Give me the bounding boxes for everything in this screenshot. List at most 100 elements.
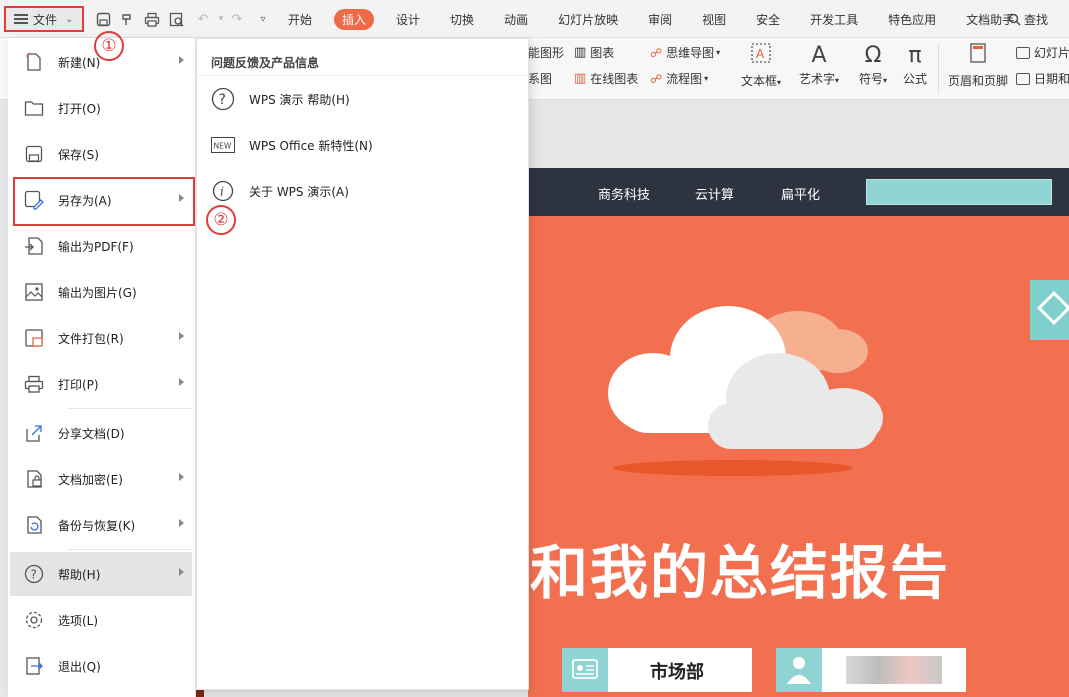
chevron-down-icon: ⌄	[65, 13, 74, 25]
package-icon	[24, 328, 44, 348]
menu-item-exit[interactable]: 退出(Q)	[10, 646, 192, 686]
online-chart-button[interactable]: ▥ 在线图表	[574, 70, 638, 87]
formula-label: 公式	[902, 72, 927, 86]
menu-item-label: 分享文档(D)	[58, 426, 125, 441]
chevron-down-icon: ▾	[883, 76, 888, 85]
submenu-arrow-icon	[179, 332, 184, 340]
chart-button[interactable]: ▥ 图表	[574, 44, 614, 61]
annotation-marker-1: ①	[94, 31, 124, 61]
slide-title: 和我的总结报告	[530, 539, 951, 607]
annotation-marker-2: ②	[206, 205, 236, 235]
wordart-icon: A	[811, 43, 827, 68]
export-pdf-icon	[24, 236, 44, 256]
menu-item-backup[interactable]: 备份与恢复(K)	[10, 505, 192, 545]
header-footer-button[interactable]: 页眉和页脚	[946, 42, 1010, 89]
flowchart-icon: ☍	[650, 71, 663, 86]
format-painter-icon[interactable]	[118, 10, 136, 28]
tab-review[interactable]: 审阅	[640, 9, 680, 30]
submenu-arrow-icon	[179, 473, 184, 481]
menu-item-export-image[interactable]: 输出为图片(G)	[10, 272, 192, 312]
share-icon	[24, 423, 44, 443]
menu-item-print[interactable]: 打印(P)	[10, 364, 192, 404]
submenu-item-about[interactable]: i 关于 WPS 演示(A)	[211, 175, 511, 207]
tab-animations[interactable]: 动画	[496, 9, 536, 30]
date-time-button[interactable]: 日期和	[1016, 70, 1069, 87]
date-time-label: 日期和	[1034, 72, 1069, 86]
menu-item-label: 输出为PDF(F)	[58, 239, 134, 254]
workspace-background	[528, 100, 1069, 168]
customize-dropdown-icon[interactable]: ▿	[254, 10, 272, 28]
print-preview-icon[interactable]	[168, 10, 186, 28]
textbox-button[interactable]: A 文本框▾	[736, 42, 786, 89]
search-icon	[1008, 13, 1021, 26]
menu-item-encrypt[interactable]: 文档加密(E)	[10, 459, 192, 499]
tab-slideshow[interactable]: 幻灯片放映	[550, 9, 626, 30]
formula-button[interactable]: π 公式	[890, 42, 940, 87]
tab-design[interactable]: 设计	[388, 9, 428, 30]
department-label: 市场部	[650, 662, 704, 683]
chevron-down-icon: ▾	[777, 78, 782, 87]
submenu-item-whats-new[interactable]: NEW WPS Office 新特性(N)	[211, 129, 511, 161]
tab-home[interactable]: 开始	[280, 9, 320, 30]
mindmap-button[interactable]: ☍ 思维导图 ▾	[650, 44, 720, 61]
flowchart-button[interactable]: ☍ 流程图 ▾	[650, 70, 708, 87]
menu-item-export-pdf[interactable]: 输出为PDF(F)	[10, 226, 192, 266]
chevron-down-icon: ▾	[716, 48, 721, 57]
search-label: 查找	[1024, 13, 1049, 27]
menu-item-label: 打开(O)	[58, 101, 101, 116]
slide-canvas[interactable]: 商务科技 云计算 扁平化 和我的总结报告 市场部	[528, 168, 1069, 697]
file-menu-button[interactable]: 文件 ⌄	[4, 6, 84, 32]
mindmap-label: 思维导图	[666, 46, 715, 60]
relation-button[interactable]: 系图	[528, 70, 552, 87]
wordart-label: 艺术字	[798, 72, 835, 86]
menu-item-help[interactable]: ? 帮助(H)	[10, 552, 192, 596]
print-icon[interactable]	[143, 10, 161, 28]
menu-item-package[interactable]: 文件打包(R)	[10, 318, 192, 358]
svg-text:?: ?	[31, 568, 37, 582]
folder-open-icon	[24, 98, 44, 118]
search-button[interactable]: 查找	[1008, 11, 1048, 28]
ribbon-divider	[938, 44, 939, 94]
ribbon-tabs: 开始 插入 设计 切换 动画 幻灯片放映 审阅 视图 安全 开发工具 特色应用 …	[280, 0, 1036, 38]
menu-item-open[interactable]: 打开(O)	[10, 88, 192, 128]
smartart-label: 能图形	[528, 46, 565, 60]
menu-item-label: 保存(S)	[58, 147, 99, 162]
submenu-arrow-icon	[179, 56, 184, 64]
chart-label: 图表	[590, 46, 615, 60]
tab-features[interactable]: 特色应用	[880, 9, 944, 30]
menubar: 文件 ⌄ ↶ ▾ ↷ ▿ 开始 插入 设计 切换 动画 幻灯片放映 审阅 视图 …	[0, 0, 1069, 38]
relation-label: 系图	[528, 72, 553, 86]
tab-insert[interactable]: 插入	[334, 8, 375, 30]
tab-transitions[interactable]: 切换	[442, 9, 482, 30]
save-as-highlight-box	[13, 177, 195, 226]
menu-item-share[interactable]: 分享文档(D)	[10, 413, 192, 453]
svg-text:A: A	[756, 47, 765, 61]
menu-item-label: 帮助(H)	[58, 567, 101, 582]
slide-number-button[interactable]: 幻灯片	[1016, 44, 1069, 61]
person-icon	[776, 648, 822, 692]
slide-number-label: 幻灯片	[1034, 46, 1069, 60]
redo-icon[interactable]: ↷	[228, 10, 246, 28]
menu-item-label: 文件打包(R)	[58, 331, 124, 346]
tab-security[interactable]: 安全	[748, 9, 788, 30]
submenu-item-help[interactable]: ? WPS 演示 帮助(H)	[211, 83, 511, 115]
cloud-illustration	[608, 306, 883, 476]
backup-icon	[24, 515, 44, 535]
menu-item-save[interactable]: 保存(S)	[10, 134, 192, 174]
chevron-down-icon: ▾	[704, 74, 709, 83]
menu-item-label: 备份与恢复(K)	[58, 518, 136, 533]
submenu-arrow-icon	[179, 568, 184, 576]
slide-nav-bar: 商务科技 云计算 扁平化	[528, 168, 1069, 216]
tab-developer[interactable]: 开发工具	[802, 9, 866, 30]
smartart-button[interactable]: 能图形	[528, 44, 564, 61]
tab-view[interactable]: 视图	[694, 9, 734, 30]
textbox-label: 文本框	[740, 74, 777, 88]
menu-item-label: 文档加密(E)	[58, 472, 123, 487]
menu-item-options[interactable]: 选项(L)	[10, 600, 192, 640]
save-icon[interactable]	[94, 10, 112, 28]
calendar-icon	[1016, 72, 1030, 85]
slide-nav-search-box	[866, 179, 1052, 205]
undo-icon[interactable]: ↶	[194, 10, 212, 28]
wordart-button[interactable]: A 艺术字▾	[794, 42, 844, 87]
header-footer-label: 页眉和页脚	[947, 74, 1008, 88]
